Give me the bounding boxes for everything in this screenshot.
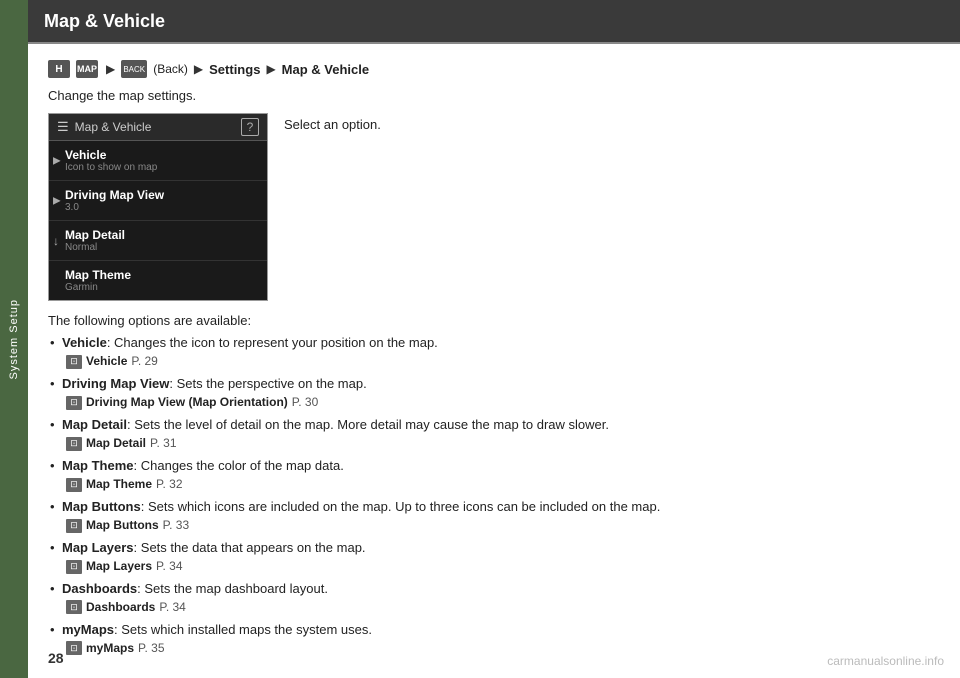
option-dashboards-desc: : Sets the map dashboard layout. (137, 581, 328, 596)
theme-title: Map Theme (65, 268, 259, 282)
option-driving-ref: ⊡ Driving Map View (Map Orientation) P. … (62, 394, 940, 411)
ref-vehicle-page: P. 29 (131, 353, 157, 370)
menu-item-theme[interactable]: Map Theme Garmin (49, 261, 267, 300)
nav-arrow-2: ▶ (194, 62, 203, 76)
ref-icon-maptheme: ⊡ (66, 478, 82, 492)
option-maplayers-ref: ⊡ Map Layers P. 34 (62, 558, 940, 575)
option-dashboards-title: Dashboards (62, 581, 137, 596)
nav-section: Map & Vehicle (282, 62, 369, 77)
options-list: Vehicle: Changes the icon to represent y… (48, 334, 940, 657)
ref-mapbuttons-text: Map Buttons (86, 517, 159, 534)
menu-item-detail[interactable]: ↓ Map Detail Normal (49, 221, 267, 261)
back-icon: BACK (121, 60, 147, 78)
option-mapbuttons: Map Buttons: Sets which icons are includ… (48, 498, 940, 534)
option-maplayers-desc: : Sets the data that appears on the map. (134, 540, 366, 555)
page-number: 28 (48, 650, 64, 666)
menu-item-vehicle[interactable]: ▶ Vehicle Icon to show on map (49, 141, 267, 181)
option-vehicle-ref: ⊡ Vehicle P. 29 (62, 353, 940, 370)
ref-mapbuttons-page: P. 33 (163, 517, 189, 534)
detail-title: Map Detail (65, 228, 259, 242)
option-mymaps-title: myMaps (62, 622, 114, 637)
detail-arrow: ↓ (53, 234, 59, 248)
vehicle-arrow: ▶ (53, 155, 61, 166)
ref-mapdetail-text: Map Detail (86, 435, 146, 452)
back-label: (Back) (153, 62, 188, 76)
ref-maplayers-text: Map Layers (86, 558, 152, 575)
option-maptheme-title: Map Theme (62, 458, 134, 473)
option-maplayers-title: Map Layers (62, 540, 134, 555)
option-maptheme: Map Theme: Changes the color of the map … (48, 457, 940, 493)
option-driving-title: Driving Map View (62, 376, 169, 391)
option-mapdetail: Map Detail: Sets the level of detail on … (48, 416, 940, 452)
menu-header: ☰ Map & Vehicle ? (49, 114, 267, 141)
vehicle-subtitle: Icon to show on map (65, 162, 259, 173)
driving-title: Driving Map View (65, 188, 259, 202)
intro-text: Change the map settings. (48, 88, 940, 103)
content-area: H MAP ▶ BACK (Back) ▶ Settings ▶ Map & V… (28, 44, 960, 678)
option-dashboards-ref: ⊡ Dashboards P. 34 (62, 599, 940, 616)
ref-icon-mapbuttons: ⊡ (66, 519, 82, 533)
map-icon: MAP (76, 60, 98, 78)
options-header: The following options are available: (48, 313, 940, 328)
select-option: Select an option. (284, 113, 381, 132)
ref-maplayers-page: P. 34 (156, 558, 182, 575)
sidebar: System Setup (0, 0, 28, 678)
option-maptheme-desc: : Changes the color of the map data. (134, 458, 344, 473)
ref-dashboards-text: Dashboards (86, 599, 155, 616)
ref-icon-maplayers: ⊡ (66, 560, 82, 574)
menu-item-driving[interactable]: ▶ Driving Map View 3.0 (49, 181, 267, 221)
option-dashboards: Dashboards: Sets the map dashboard layou… (48, 580, 940, 616)
option-mymaps-desc: : Sets which installed maps the system u… (114, 622, 372, 637)
option-mapdetail-ref: ⊡ Map Detail P. 31 (62, 435, 940, 452)
theme-subtitle: Garmin (65, 282, 259, 293)
ref-icon-mapdetail: ⊡ (66, 437, 82, 451)
ref-maptheme-text: Map Theme (86, 476, 152, 493)
ref-mymaps-page: P. 35 (138, 640, 164, 657)
menu-screenshot: ☰ Map & Vehicle ? ▶ Vehicle Icon to show… (48, 113, 268, 301)
nav-arrow-1: ▶ (106, 62, 115, 76)
ref-vehicle-text: Vehicle (86, 353, 127, 370)
ref-icon-dashboards: ⊡ (66, 600, 82, 614)
page-header: Map & Vehicle (28, 0, 960, 44)
ref-driving-text: Driving Map View (Map Orientation) (86, 394, 288, 411)
ref-icon-driving: ⊡ (66, 396, 82, 410)
option-mymaps-ref: ⊡ myMaps P. 35 (62, 640, 940, 657)
option-mymaps: myMaps: Sets which installed maps the sy… (48, 621, 940, 657)
ref-icon: ⊡ (66, 355, 82, 369)
ref-driving-page: P. 30 (292, 394, 318, 411)
option-mapbuttons-desc: : Sets which icons are included on the m… (141, 499, 661, 514)
option-vehicle-title: Vehicle (62, 335, 107, 350)
ref-mapdetail-page: P. 31 (150, 435, 176, 452)
nav-arrow-3: ▶ (266, 62, 275, 76)
option-mapbuttons-ref: ⊡ Map Buttons P. 33 (62, 517, 940, 534)
detail-subtitle: Normal (65, 242, 259, 253)
hamburger-icon: ☰ (57, 119, 69, 135)
sidebar-label: System Setup (8, 299, 20, 379)
menu-header-title: Map & Vehicle (75, 120, 152, 134)
watermark: carmanualsonline.info (827, 654, 944, 668)
driving-subtitle: 3.0 (65, 202, 259, 213)
breadcrumb: H MAP ▶ BACK (Back) ▶ Settings ▶ Map & V… (48, 60, 940, 78)
driving-arrow: ▶ (53, 195, 61, 206)
option-driving: Driving Map View: Sets the perspective o… (48, 375, 940, 411)
option-maptheme-ref: ⊡ Map Theme P. 32 (62, 476, 940, 493)
ref-dashboards-page: P. 34 (159, 599, 185, 616)
help-icon[interactable]: ? (241, 118, 259, 136)
screen-area: ☰ Map & Vehicle ? ▶ Vehicle Icon to show… (48, 113, 940, 301)
option-mapbuttons-title: Map Buttons (62, 499, 141, 514)
ref-mymaps-text: myMaps (86, 640, 134, 657)
vehicle-title: Vehicle (65, 148, 259, 162)
main-content: Map & Vehicle H MAP ▶ BACK (Back) ▶ Sett… (28, 0, 960, 678)
home-icon: H (48, 60, 70, 78)
option-vehicle: Vehicle: Changes the icon to represent y… (48, 334, 940, 370)
option-mapdetail-title: Map Detail (62, 417, 127, 432)
option-mapdetail-desc: : Sets the level of detail on the map. M… (127, 417, 609, 432)
option-driving-desc: : Sets the perspective on the map. (169, 376, 366, 391)
ref-icon-mymaps: ⊡ (66, 641, 82, 655)
ref-maptheme-page: P. 32 (156, 476, 182, 493)
header-title: Map & Vehicle (44, 11, 165, 32)
option-maplayers: Map Layers: Sets the data that appears o… (48, 539, 940, 575)
nav-settings: Settings (209, 62, 260, 77)
option-vehicle-desc: : Changes the icon to represent your pos… (107, 335, 438, 350)
